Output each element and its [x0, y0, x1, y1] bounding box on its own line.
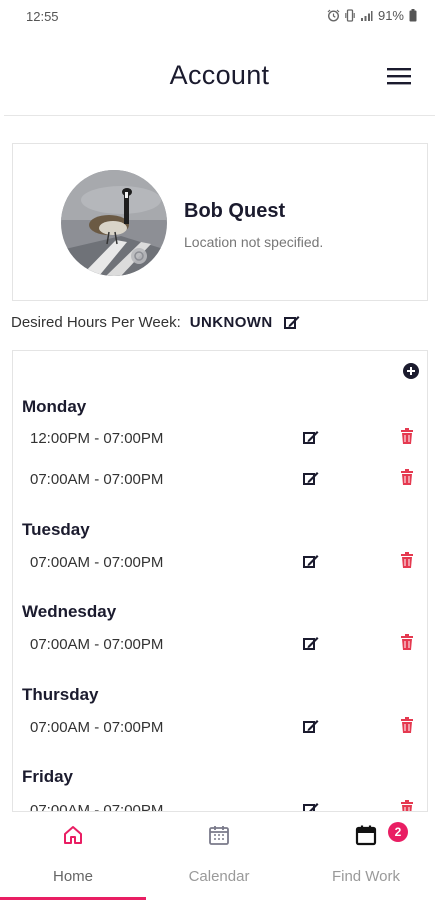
slot-time: 12:00PM - 07:00PM: [30, 430, 164, 447]
day-label-friday: Friday: [22, 767, 74, 786]
schedule-slot: 07:00AM - 07:00PM: [13, 550, 427, 578]
vibrate-icon: [345, 9, 355, 22]
slot-time: 07:00AM - 07:00PM: [30, 636, 164, 653]
profile-card: Bob Quest Location not specified.: [12, 143, 428, 301]
alarm-icon: [327, 9, 340, 22]
edit-icon[interactable]: [302, 553, 319, 570]
edit-icon[interactable]: [302, 635, 319, 652]
trash-icon[interactable]: [400, 552, 414, 569]
trash-icon[interactable]: [400, 428, 414, 445]
nav-find-work-label: Find Work: [331, 868, 401, 885]
slot-time: 07:00AM - 07:00PM: [30, 554, 164, 571]
nav-find-work[interactable]: Find Work: [293, 812, 439, 900]
edit-icon[interactable]: [302, 801, 319, 811]
desired-hours-value: UNKNOWN: [189, 314, 273, 331]
trash-icon[interactable]: [400, 634, 414, 651]
notification-badge: 2: [388, 822, 408, 842]
bottom-nav: Home Calendar Find Work 2: [0, 812, 439, 900]
trash-icon[interactable]: [400, 717, 414, 734]
add-availability-icon[interactable]: [403, 363, 419, 379]
page-title: Account: [169, 60, 270, 90]
availability-card: Monday 12:00PM - 07:00PM 07:00AM - 07:00…: [12, 350, 428, 812]
desired-hours-row: Desired Hours Per Week: UNKNOWN: [11, 314, 300, 331]
home-icon: [62, 824, 84, 851]
profile-name: Bob Quest: [184, 200, 286, 222]
app-header: Account: [0, 40, 439, 115]
battery-icon: [409, 9, 417, 22]
battery-percent: 91%: [377, 8, 404, 23]
trash-icon[interactable]: [400, 469, 414, 486]
avatar[interactable]: [61, 170, 167, 276]
status-icons: 91%: [327, 8, 417, 23]
day-label-wednesday: Wednesday: [22, 602, 117, 621]
slot-time: 07:00AM - 07:00PM: [30, 802, 164, 812]
desired-hours-label: Desired Hours Per Week:: [11, 314, 181, 331]
schedule-slot: 07:00AM - 07:00PM: [13, 467, 427, 495]
calendar-icon: [208, 824, 230, 851]
schedule-slot: 07:00AM - 07:00PM: [13, 798, 427, 812]
profile-location: Location not specified.: [184, 234, 324, 250]
header-divider: [4, 115, 435, 116]
day-label-thursday: Thursday: [22, 685, 99, 704]
nav-home-label: Home: [52, 868, 93, 885]
hamburger-menu-icon[interactable]: [387, 66, 411, 86]
schedule-slot: 12:00PM - 07:00PM: [13, 426, 427, 454]
nav-calendar-label: Calendar: [188, 868, 250, 885]
status-time: 12:55: [26, 9, 59, 24]
schedule-slot: 07:00AM - 07:00PM: [13, 715, 427, 743]
slot-time: 07:00AM - 07:00PM: [30, 719, 164, 736]
nav-calendar[interactable]: Calendar: [146, 812, 292, 900]
signal-icon: [360, 10, 373, 22]
slot-time: 07:00AM - 07:00PM: [30, 471, 164, 488]
edit-icon[interactable]: [302, 718, 319, 735]
edit-icon[interactable]: [302, 470, 319, 487]
edit-hours-icon[interactable]: [283, 314, 300, 331]
day-label-monday: Monday: [22, 397, 87, 416]
schedule-slot: 07:00AM - 07:00PM: [13, 632, 427, 660]
calendar-filled-icon: [355, 824, 377, 851]
nav-home[interactable]: Home: [0, 812, 146, 900]
trash-icon[interactable]: [400, 800, 414, 811]
edit-icon[interactable]: [302, 429, 319, 446]
status-bar: 12:55 91%: [0, 0, 439, 32]
day-label-tuesday: Tuesday: [22, 520, 90, 539]
